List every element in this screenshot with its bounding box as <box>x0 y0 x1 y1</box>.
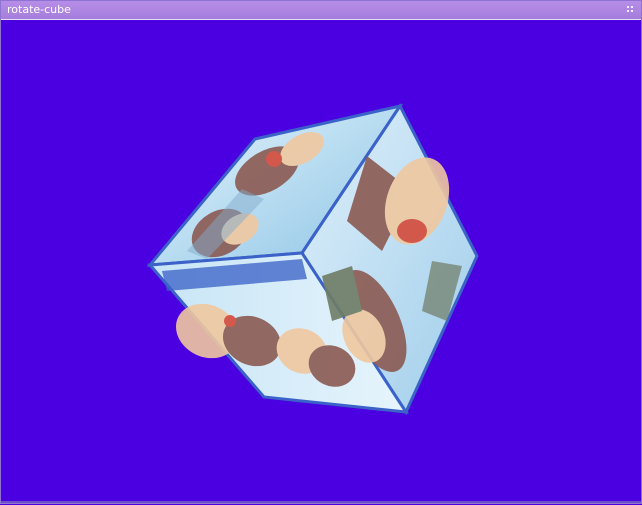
app-window: rotate-cube <box>0 0 642 504</box>
grip-icon[interactable] <box>627 6 635 14</box>
window-title: rotate-cube <box>7 3 71 16</box>
render-canvas[interactable] <box>2 21 640 501</box>
cube <box>146 103 479 416</box>
titlebar[interactable]: rotate-cube <box>1 1 641 20</box>
window-bottom-edge <box>1 501 641 503</box>
cube-scene <box>146 103 479 416</box>
